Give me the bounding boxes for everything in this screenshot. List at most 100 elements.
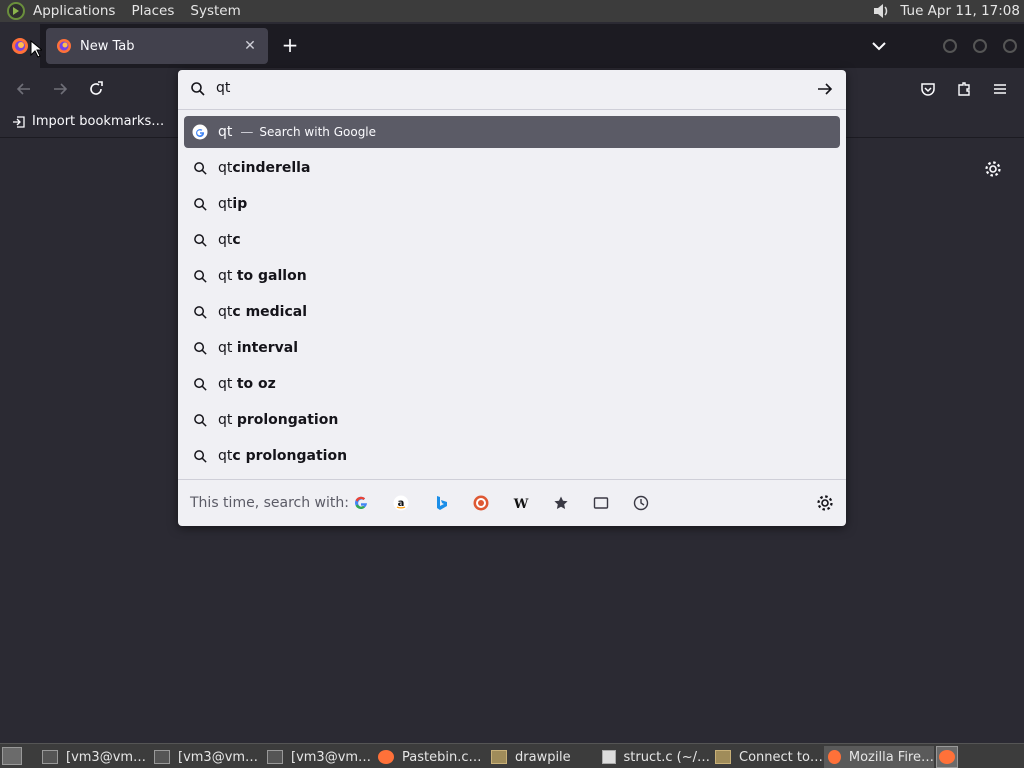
heuristic-action: Search with Google (259, 125, 377, 139)
top-panel: Applications Places System Tue Apr 11, 1… (0, 0, 1024, 22)
reload-icon (90, 81, 103, 95)
suggestion-row[interactable]: qt to oz (184, 366, 840, 402)
distro-logo-icon[interactable] (7, 2, 25, 20)
task-label: drawpile (515, 749, 571, 765)
back-button[interactable] (13, 78, 35, 100)
import-bookmarks-button[interactable]: Import bookmarks… (12, 114, 164, 129)
arrow-right-icon[interactable] (816, 80, 834, 98)
folder-icon (715, 750, 731, 764)
search-icon (192, 160, 208, 176)
gear-icon[interactable] (984, 160, 1002, 178)
taskbar-firefox[interactable]: Mozilla Fire… (824, 746, 934, 768)
show-desktop-button[interactable] (2, 747, 22, 765)
firefox-view-button[interactable] (0, 24, 42, 68)
reload-button[interactable] (85, 78, 107, 100)
task-label: struct.c (~/… (623, 749, 710, 765)
clock[interactable]: Tue Apr 11, 17:08 (900, 3, 1020, 19)
terminal-icon (267, 750, 283, 764)
urlbar-query[interactable]: qt (216, 80, 230, 96)
taskbar-editor[interactable]: struct.c (~/… (598, 746, 710, 768)
suggestion-typed: qt (218, 160, 233, 176)
pocket-button[interactable] (917, 78, 939, 100)
taskbar-terminal-3[interactable]: [vm3@vm… (263, 746, 373, 768)
suggestion-row[interactable]: qt c medical (184, 294, 840, 330)
suggestion-row[interactable]: qt c (184, 222, 840, 258)
suggestion-row[interactable]: qt ip (184, 186, 840, 222)
menu-system[interactable]: System (190, 3, 240, 19)
google-icon[interactable] (352, 494, 370, 512)
divider (178, 109, 846, 110)
suggestion-row[interactable]: qt to gallon (184, 258, 840, 294)
close-icon[interactable]: ✕ (242, 38, 258, 54)
bookmarks-icon[interactable] (552, 494, 570, 512)
svg-text:W: W (513, 497, 529, 511)
duckduckgo-icon[interactable] (472, 494, 490, 512)
taskbar-drawpile[interactable]: drawpile (487, 746, 595, 768)
taskbar-pastebin[interactable]: Pastebin.c… (374, 746, 486, 768)
urlbar-popup: qt qt — Search with Google qt cinderella … (178, 70, 846, 526)
menu-applications[interactable]: Applications (33, 3, 115, 19)
tabs-icon[interactable] (592, 494, 610, 512)
suggestion-typed: qt (218, 232, 233, 248)
new-tab-button[interactable]: + (280, 35, 300, 56)
folder-icon (491, 750, 507, 764)
bing-icon[interactable] (432, 494, 450, 512)
amazon-icon[interactable]: a (392, 494, 410, 512)
suggestion-row[interactable]: qt cinderella (184, 150, 840, 186)
taskbar-terminal-1[interactable]: [vm3@vm… (38, 746, 148, 768)
urlbar-input[interactable]: qt (178, 70, 846, 108)
suggestion-typed: qt (218, 196, 233, 212)
suggestion-typed: qt (218, 376, 237, 392)
chevron-down-icon[interactable] (870, 38, 888, 54)
volume-icon[interactable] (870, 0, 892, 22)
search-icon (191, 82, 205, 96)
taskbar-terminal-2[interactable]: [vm3@vm… (150, 746, 260, 768)
taskbar-connect[interactable]: Connect to… (711, 746, 823, 768)
forward-button[interactable] (49, 78, 71, 100)
suggestion-row[interactable]: qt interval (184, 330, 840, 366)
suggestion-completion: ip (232, 196, 248, 212)
search-icon (192, 196, 208, 212)
menu-places[interactable]: Places (131, 3, 174, 19)
search-icon (192, 304, 208, 320)
tab-strip: New Tab ✕ + (0, 24, 1024, 68)
extensions-button[interactable] (953, 78, 975, 100)
suggestion-completion: c (232, 232, 241, 248)
hamburger-icon (994, 84, 1006, 94)
suggestion-completion: to oz (236, 376, 276, 392)
suggestion-typed: qt (218, 268, 237, 284)
suggestion-row[interactable]: qt c prolongation (184, 438, 840, 474)
gear-icon[interactable] (816, 494, 834, 512)
history-icon[interactable] (632, 494, 650, 512)
mouse-cursor-icon (30, 40, 42, 58)
app-menu-button[interactable] (989, 78, 1011, 100)
search-icon (192, 268, 208, 284)
suggestion-row[interactable]: qt prolongation (184, 402, 840, 438)
arrow-left-icon (16, 83, 30, 95)
heuristic-result[interactable]: qt — Search with Google (184, 116, 840, 148)
minimize-button[interactable] (943, 39, 957, 53)
suggestion-typed: qt (218, 340, 237, 356)
suggestion-typed: qt (218, 304, 233, 320)
heuristic-dash: — (240, 124, 254, 140)
pocket-icon (921, 83, 935, 96)
tab-new-tab[interactable]: New Tab ✕ (46, 28, 268, 64)
wikipedia-icon[interactable]: W (512, 494, 530, 512)
terminal-icon (154, 750, 170, 764)
task-label: Mozilla Fire… (848, 749, 934, 765)
text-editor-icon (602, 750, 616, 764)
workspace-switcher[interactable] (936, 746, 958, 768)
google-icon (192, 124, 208, 140)
arrow-right-icon (54, 83, 68, 95)
task-label: [vm3@vm… (178, 749, 259, 765)
maximize-button[interactable] (973, 39, 987, 53)
close-window-button[interactable] (1003, 39, 1017, 53)
search-icon (192, 448, 208, 464)
tab-title: New Tab (80, 38, 135, 54)
suggestion-completion: prolongation (236, 412, 339, 428)
task-label: [vm3@vm… (66, 749, 147, 765)
search-icon (192, 232, 208, 248)
firefox-icon (57, 39, 71, 53)
task-label: Pastebin.c… (402, 749, 482, 765)
suggestion-completion: cinderella (232, 160, 311, 176)
